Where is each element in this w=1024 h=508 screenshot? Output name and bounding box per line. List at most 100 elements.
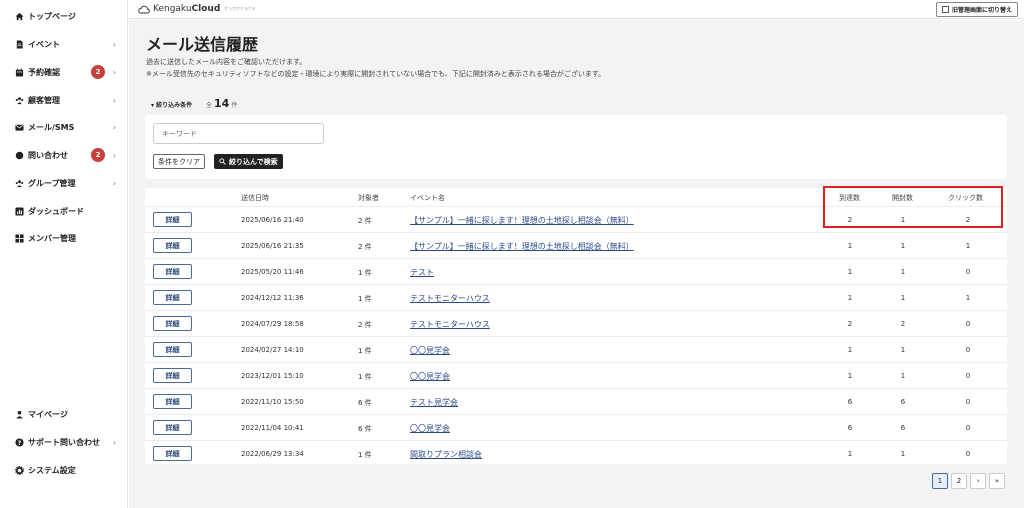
sidebar-item-label: イベント: [28, 39, 60, 49]
targets-cell: 1 件: [358, 451, 372, 459]
opened-cell: 6: [900, 398, 906, 406]
delivered-cell: 6: [847, 398, 853, 406]
opened-cell: 1: [900, 294, 906, 302]
users-icon: [14, 95, 24, 105]
opened-cell: 2: [900, 320, 906, 328]
column-header-delivered: 到達数: [839, 194, 860, 202]
targets-cell: 1 件: [358, 295, 372, 303]
detail-button[interactable]: 詳細: [153, 316, 192, 331]
search-button[interactable]: 絞り込んで検索: [214, 154, 283, 169]
event-link[interactable]: テスト: [410, 267, 434, 278]
event-link[interactable]: テストモニターハウス: [410, 319, 490, 330]
logo-subtext: ケンガククラウド: [224, 6, 257, 11]
sidebar-item-customers[interactable]: 顧客管理 ›: [14, 92, 122, 108]
chevron-right-icon: ›: [112, 437, 116, 447]
chevron-right-icon: ›: [112, 39, 116, 49]
sidebar-item-label: 問い合わせ: [28, 150, 68, 160]
sent-at-cell: 2022/06/29 13:34: [241, 450, 304, 458]
opened-cell: 1: [900, 268, 906, 276]
clear-filter-button[interactable]: 条件をクリア: [153, 154, 205, 169]
last-page-button[interactable]: »: [989, 473, 1005, 489]
keyword-input[interactable]: [153, 123, 324, 144]
table-row: 詳細 2022/11/10 15:50 6 件 テスト見学会 6 6 0: [145, 388, 1007, 414]
event-link[interactable]: テスト見学会: [410, 397, 458, 408]
sidebar-item-label: ダッシュボード: [28, 206, 84, 216]
chevron-right-icon: ›: [112, 95, 116, 105]
table-row: 詳細 2022/06/29 13:34 1 件 間取りプラン相談会 1 1 0: [145, 440, 1007, 466]
total-prefix: 全: [206, 102, 213, 109]
logo-text-bold: Cloud: [191, 4, 221, 14]
delivered-cell: 6: [847, 424, 853, 432]
targets-cell: 1 件: [358, 269, 372, 277]
filter-toggle[interactable]: ▾ 絞り込み条件: [151, 100, 192, 109]
sent-at-cell: 2024/12/12 11:36: [241, 294, 304, 302]
sidebar-item-dashboard[interactable]: ダッシュボード: [14, 203, 122, 219]
sidebar-item-support[interactable]: ? サポート問い合わせ ›: [14, 434, 122, 450]
total-suffix: 件: [231, 102, 238, 109]
switch-legacy-button[interactable]: 旧管理画面に切り替え: [935, 2, 1018, 17]
sidebar-item-mail[interactable]: メール/SMS ›: [14, 119, 122, 135]
svg-text:?: ?: [17, 439, 21, 446]
app-logo[interactable]: Kengaku Cloud ケンガククラウド: [138, 4, 256, 14]
sent-at-cell: 2025/06/16 21:40: [241, 216, 304, 224]
sent-at-cell: 2024/02/27 14:10: [241, 346, 304, 354]
page-2-button[interactable]: 2: [951, 473, 967, 489]
opened-cell: 1: [900, 450, 906, 458]
targets-cell: 2 件: [358, 321, 372, 329]
event-link[interactable]: 〇〇見学会: [410, 371, 450, 382]
notification-badge: 2: [91, 148, 105, 162]
clicks-cell: 0: [965, 372, 971, 380]
sidebar-item-settings[interactable]: システム設定: [14, 462, 122, 478]
targets-cell: 1 件: [358, 347, 372, 355]
filter-panel: 条件をクリア 絞り込んで検索: [145, 115, 1007, 179]
clicks-cell: 0: [965, 424, 971, 432]
column-header-clicks: クリック数: [948, 194, 983, 202]
detail-button[interactable]: 詳細: [153, 446, 192, 461]
sidebar-item-events[interactable]: イベント ›: [14, 36, 122, 52]
sidebar-item-label: マイページ: [28, 409, 68, 419]
event-link[interactable]: 【サンプル】一緒に探します！理想の土地探し相談会（無料）: [410, 241, 634, 252]
sidebar-item-reservations[interactable]: 予約確認 2 ›: [14, 64, 122, 80]
clicks-cell: 1: [965, 242, 971, 250]
sidebar-item-label: トップページ: [28, 11, 76, 21]
page-title: メール送信履歴: [146, 35, 259, 54]
sidebar-item-members[interactable]: メンバー管理: [14, 230, 122, 246]
cloud-icon: [138, 5, 150, 13]
detail-button[interactable]: 詳細: [153, 420, 192, 435]
event-link[interactable]: 【サンプル】一緒に探します！理想の土地探し相談会（無料）: [410, 215, 634, 226]
event-link[interactable]: 〇〇見学会: [410, 345, 450, 356]
column-header-opened: 開封数: [892, 194, 913, 202]
delivered-cell: 1: [847, 294, 853, 302]
chevron-right-icon: ›: [112, 178, 116, 188]
table-row: 詳細 2024/12/12 11:36 1 件 テストモニターハウス 1 1 1: [145, 284, 1007, 310]
delivered-cell: 1: [847, 372, 853, 380]
detail-button[interactable]: 詳細: [153, 394, 192, 409]
delivered-cell: 2: [847, 320, 853, 328]
page-1-button[interactable]: 1: [932, 473, 948, 489]
detail-button[interactable]: 詳細: [153, 212, 192, 227]
detail-button[interactable]: 詳細: [153, 238, 192, 253]
total-number: 14: [214, 97, 230, 110]
sidebar-item-groups[interactable]: グループ管理 ›: [14, 175, 122, 191]
search-button-label: 絞り込んで検索: [229, 157, 278, 166]
document-icon: [14, 39, 24, 49]
detail-button[interactable]: 詳細: [153, 290, 192, 305]
sidebar-item-inquiries[interactable]: 問い合わせ 2 ›: [14, 147, 122, 163]
delivered-cell: 1: [847, 450, 853, 458]
sidebar-item-top[interactable]: トップページ: [14, 8, 122, 24]
sidebar-item-label: メンバー管理: [28, 233, 76, 243]
switch-icon: [941, 6, 949, 13]
clicks-cell: 0: [965, 320, 971, 328]
event-link[interactable]: テストモニターハウス: [410, 293, 490, 304]
event-link[interactable]: 〇〇見学会: [410, 423, 450, 434]
logo-text: Kengaku: [153, 4, 192, 14]
column-header-targets: 対象者: [358, 194, 379, 202]
detail-button[interactable]: 詳細: [153, 368, 192, 383]
detail-button[interactable]: 詳細: [153, 264, 192, 279]
detail-button[interactable]: 詳細: [153, 342, 192, 357]
sidebar-item-mypage[interactable]: マイページ: [14, 406, 122, 422]
targets-cell: 2 件: [358, 217, 372, 225]
next-page-button[interactable]: ›: [970, 473, 986, 489]
event-link[interactable]: 間取りプラン相談会: [410, 449, 482, 460]
table-row: 詳細 2024/02/27 14:10 1 件 〇〇見学会 1 1 0: [145, 336, 1007, 362]
